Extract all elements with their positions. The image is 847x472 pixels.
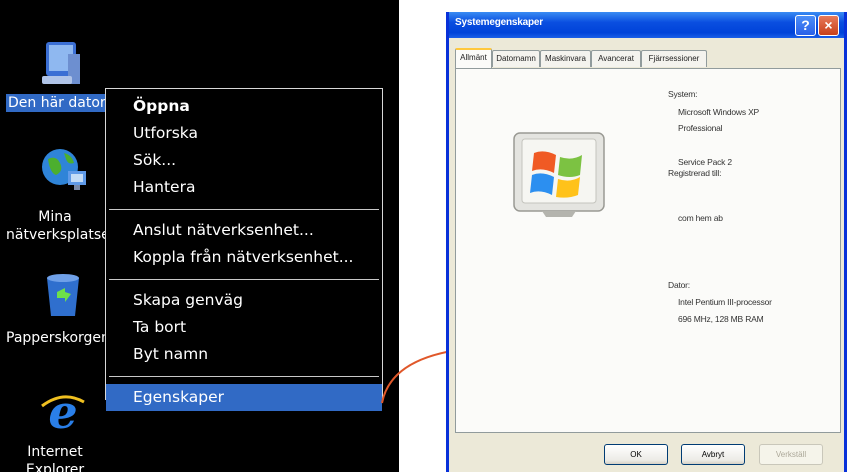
system-properties-dialog: Systemegenskaper ? × Allmänt Datornamn M… <box>446 12 847 472</box>
desktop-icon-recycle-bin[interactable]: Papperskorgen <box>0 272 110 362</box>
registered-label: Registrerad till: <box>668 168 722 178</box>
desktop-icon-my-computer[interactable]: Den här datorn <box>0 40 110 120</box>
recycle-bin-icon <box>47 274 79 316</box>
computer-label: Dator: <box>668 280 690 290</box>
desktop-icon-network-places[interactable]: Mina nätverksplatser <box>0 145 110 255</box>
menu-item-rename[interactable]: Byt namn <box>106 341 382 368</box>
desktop-icon-label: Explorer <box>25 462 85 472</box>
desktop-icon-label: Internet <box>27 444 83 460</box>
my-computer-icon <box>42 42 80 84</box>
menu-item-delete[interactable]: Ta bort <box>106 314 382 341</box>
dialog-title: Systemegenskaper <box>455 17 543 28</box>
network-globe-icon <box>42 149 86 190</box>
desktop: Den här datorn Mina nätverksplatser Papp… <box>0 0 399 472</box>
menu-item-search[interactable]: Sök... <box>106 147 382 174</box>
menu-item-manage[interactable]: Hantera <box>106 174 382 201</box>
ok-button[interactable]: OK <box>604 444 668 465</box>
context-menu: Öppna Utforska Sök... Hantera Anslut nät… <box>105 88 383 411</box>
desktop-icon-label: Den här datorn <box>6 94 106 112</box>
menu-item-properties[interactable]: Egenskaper <box>106 384 382 411</box>
menu-item-disconnect-network-drive[interactable]: Koppla från nätverksenhet... <box>106 244 382 271</box>
system-label: System: <box>668 89 698 99</box>
os-name: Microsoft Windows XP <box>678 107 760 117</box>
os-edition: Professional <box>678 123 723 133</box>
menu-item-open[interactable]: Öppna <box>106 93 382 120</box>
cpu-info: Intel Pentium III-processor <box>678 297 772 307</box>
desktop-icon-internet-explorer[interactable]: e Internet Explorer <box>0 388 110 472</box>
close-icon: × <box>824 17 833 33</box>
tab-panel-general: System: Microsoft Windows XP Professiona… <box>455 68 841 433</box>
screenshot-stage: Den här datorn Mina nätverksplatser Papp… <box>0 0 847 472</box>
help-button[interactable]: ? <box>795 15 816 36</box>
cancel-button[interactable]: Avbryt <box>681 444 745 465</box>
desktop-icon-label: nätverksplatser <box>6 227 106 243</box>
windows-logo-monitor-icon <box>513 132 605 217</box>
internet-explorer-icon: e <box>41 388 85 434</box>
svg-text:e: e <box>48 388 77 434</box>
tab-remote[interactable]: Fjärrsessioner <box>641 50 707 67</box>
tab-hardware[interactable]: Maskinvara <box>540 50 591 67</box>
menu-separator <box>109 376 379 377</box>
close-button[interactable]: × <box>818 15 839 36</box>
cpu-ram-info: 696 MHz, 128 MB RAM <box>678 314 764 324</box>
menu-item-create-shortcut[interactable]: Skapa genväg <box>106 287 382 314</box>
menu-item-explore[interactable]: Utforska <box>106 120 382 147</box>
menu-item-map-network-drive[interactable]: Anslut nätverksenhet... <box>106 217 382 244</box>
dialog-titlebar[interactable]: Systemegenskaper ? × <box>449 12 844 38</box>
registered-to: com hem ab <box>678 213 723 223</box>
tab-advanced[interactable]: Avancerat <box>591 50 641 67</box>
apply-button[interactable]: Verkställ <box>759 444 823 465</box>
menu-separator <box>109 279 379 280</box>
tab-general[interactable]: Allmänt <box>455 48 492 68</box>
menu-separator <box>109 209 379 210</box>
help-icon: ? <box>801 17 810 33</box>
service-pack: Service Pack 2 <box>678 157 732 167</box>
tab-computer-name[interactable]: Datornamn <box>492 50 540 67</box>
desktop-icon-label: Papperskorgen <box>6 330 106 346</box>
desktop-icon-label: Mina <box>38 209 72 225</box>
